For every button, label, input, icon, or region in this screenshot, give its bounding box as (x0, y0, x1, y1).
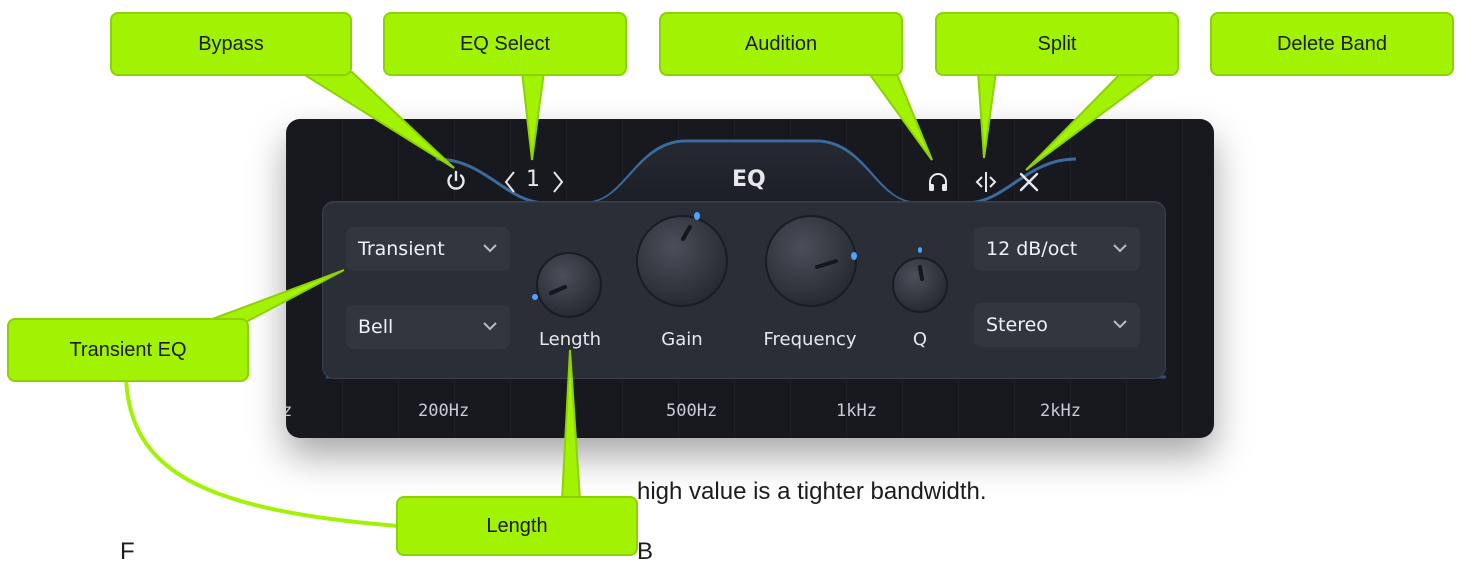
split-callout: Split (935, 12, 1179, 76)
callout-pointers (124, 71, 1162, 528)
eq-select-pointer (520, 71, 546, 161)
split-pointer (976, 71, 998, 159)
transient-eq-curve (124, 377, 399, 528)
bypass-callout: Bypass (110, 12, 352, 76)
length-pointer (560, 349, 582, 501)
bypass-pointer (296, 71, 455, 169)
transient-eq-callout: Transient EQ (7, 318, 249, 382)
delete-band-callout: Delete Band (1210, 12, 1454, 76)
eq-select-callout: EQ Select (383, 12, 627, 76)
delete-band-pointer (1025, 71, 1162, 171)
audition-pointer (866, 71, 933, 161)
length-callout: Length (396, 496, 638, 556)
transient-eq-pointer (203, 269, 345, 323)
audition-callout: Audition (659, 12, 903, 76)
